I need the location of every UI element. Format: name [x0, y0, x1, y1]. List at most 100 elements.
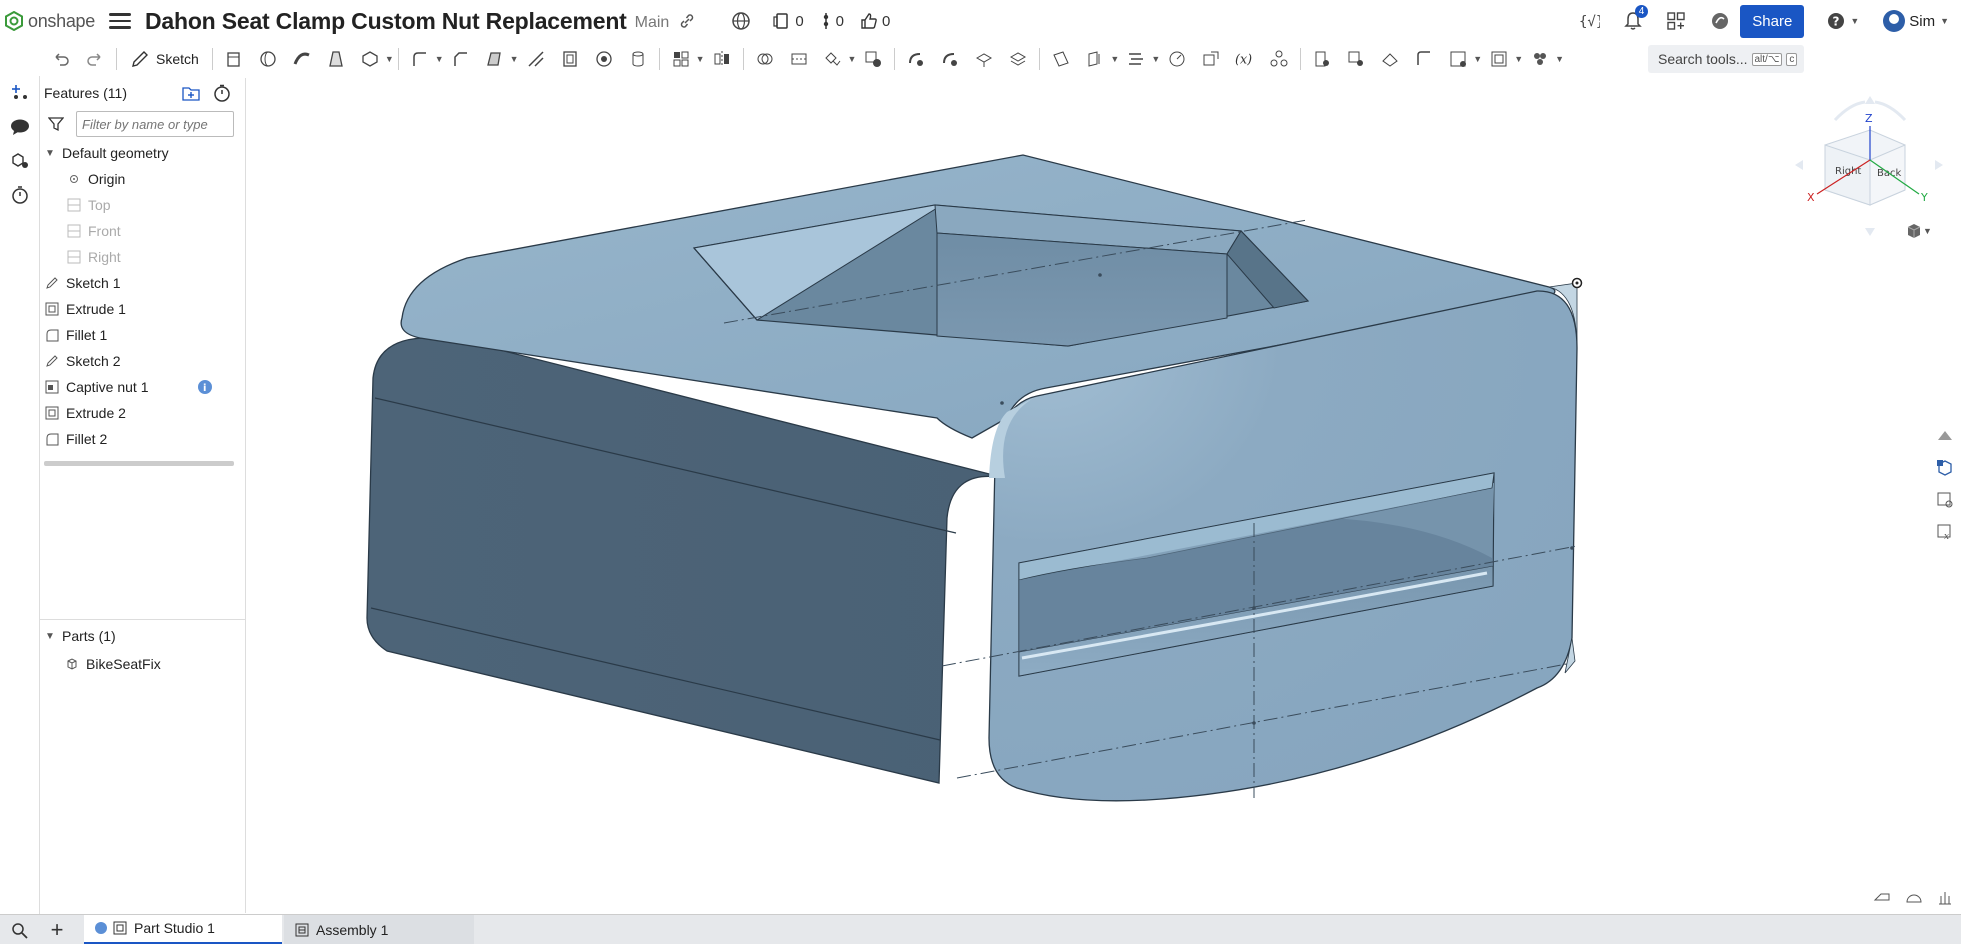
draft-tool-icon[interactable]	[481, 45, 509, 73]
thicken-dropdown[interactable]: ▼	[385, 54, 394, 64]
chevron-down-icon[interactable]: ▼	[44, 631, 56, 642]
frame-tool-icon[interactable]	[1485, 45, 1513, 73]
view-options-icon[interactable]: ▼	[1905, 222, 1932, 240]
fillet-tool-icon[interactable]	[406, 45, 434, 73]
sheet-metal-corner-icon[interactable]	[1444, 45, 1472, 73]
learning-center-icon[interactable]	[1710, 11, 1730, 31]
branches-counter[interactable]: 0	[820, 12, 844, 30]
filter-input[interactable]	[76, 111, 234, 137]
delete-part-tool-icon[interactable]	[859, 45, 887, 73]
feature-list-scrollbar[interactable]	[44, 461, 234, 466]
configurations-panel-icon[interactable]: x	[1928, 516, 1961, 548]
parts-appearance-icon[interactable]	[0, 144, 40, 178]
main-menu-button[interactable]	[108, 10, 131, 32]
derived-tool-icon[interactable]	[1197, 45, 1225, 73]
sheet-metal-tool-icon[interactable]	[1308, 45, 1336, 73]
user-menu[interactable]: Sim ▼	[1883, 10, 1949, 32]
link-icon[interactable]	[679, 13, 695, 29]
tree-item-sketch-1[interactable]: Sketch 1	[40, 270, 245, 296]
rib-tool-icon[interactable]	[522, 45, 550, 73]
mate-connector-dropdown[interactable]: ▼	[1110, 54, 1119, 64]
likes-counter[interactable]: 0	[860, 12, 890, 30]
frame-dropdown[interactable]: ▼	[1514, 54, 1523, 64]
extrude-tool-icon[interactable]	[220, 45, 248, 73]
plastic-tool-icon[interactable]	[1526, 45, 1554, 73]
tree-item-extrude-2[interactable]: Extrude 2	[40, 400, 245, 426]
tab-manager-icon[interactable]	[0, 921, 40, 939]
helix-dropdown[interactable]: ▼	[1151, 54, 1160, 64]
move-face-tool-icon[interactable]	[970, 45, 998, 73]
tree-item-right-plane[interactable]: Right	[40, 244, 245, 270]
replace-face-tool-icon[interactable]	[1004, 45, 1032, 73]
undo-button[interactable]	[47, 45, 75, 73]
tree-item-extrude-1[interactable]: Extrude 1	[40, 296, 245, 322]
shell-tool-icon[interactable]	[556, 45, 584, 73]
info-icon[interactable]: i	[197, 379, 213, 395]
history-stopwatch-icon[interactable]	[0, 178, 40, 212]
plane-tool-icon[interactable]	[1047, 45, 1075, 73]
transform-dropdown[interactable]: ▼	[848, 54, 857, 64]
revolve-tool-icon[interactable]	[254, 45, 282, 73]
tree-item-origin[interactable]: Origin	[40, 166, 245, 192]
add-folder-icon[interactable]	[181, 84, 201, 102]
sweep-tool-icon[interactable]	[288, 45, 316, 73]
thicken-tool-icon[interactable]	[356, 45, 384, 73]
delete-face-tool-icon[interactable]	[936, 45, 964, 73]
tree-item-fillet-2[interactable]: Fillet 2	[40, 426, 245, 452]
fillet-dropdown[interactable]: ▼	[435, 54, 444, 64]
branch-name[interactable]: Main	[635, 10, 670, 32]
hole-tool-icon[interactable]	[590, 45, 618, 73]
cylinder-tool-icon[interactable]	[624, 45, 652, 73]
document-title[interactable]: Dahon Seat Clamp Custom Nut Replacement	[145, 8, 627, 35]
appearance-panel-icon[interactable]	[1928, 420, 1961, 452]
tree-item-fillet-1[interactable]: Fillet 1	[40, 322, 245, 348]
tab-part-studio-1[interactable]: Part Studio 1	[84, 914, 282, 944]
add-tab-button[interactable]: +	[40, 917, 74, 943]
chamfer-tool-icon[interactable]	[447, 45, 475, 73]
loft-tool-icon[interactable]	[322, 45, 350, 73]
configurations-tool-icon[interactable]	[1265, 45, 1293, 73]
measure-tool-icon[interactable]	[1163, 45, 1191, 73]
tree-item-captive-nut-1[interactable]: Captive nut 1 i	[40, 374, 245, 400]
app-store-icon[interactable]	[1666, 11, 1686, 31]
search-tools-input[interactable]: Search tools... alt/⌥ c	[1648, 45, 1804, 73]
view-cube[interactable]: Right Back Z X Y ▼	[1795, 90, 1945, 240]
sheet-metal-tab-icon[interactable]	[1376, 45, 1404, 73]
modify-fillet-tool-icon[interactable]	[902, 45, 930, 73]
insert-tools-icon[interactable]	[0, 76, 40, 110]
parts-group[interactable]: ▼ Parts (1)	[40, 621, 246, 651]
transform-tool-icon[interactable]	[819, 45, 847, 73]
share-button[interactable]: Share	[1740, 4, 1805, 38]
boolean-tool-icon[interactable]	[751, 45, 779, 73]
section-view-icon[interactable]	[1873, 890, 1891, 911]
draft-dropdown[interactable]: ▼	[510, 54, 519, 64]
helix-tool-icon[interactable]	[1122, 45, 1150, 73]
measure-panel-icon[interactable]	[1937, 890, 1953, 911]
variable-tool-icon[interactable]: (x)	[1231, 45, 1259, 73]
tab-assembly-1[interactable]: Assembly 1	[284, 914, 474, 944]
render-mode-icon[interactable]	[1905, 890, 1923, 911]
notifications-icon[interactable]: 4	[1624, 5, 1649, 31]
tree-item-top-plane[interactable]: Top	[40, 192, 245, 218]
redo-button[interactable]	[81, 45, 109, 73]
sheet-metal-dropdown[interactable]: ▼	[1473, 54, 1482, 64]
comments-icon[interactable]	[0, 110, 40, 144]
mirror-tool-icon[interactable]	[708, 45, 736, 73]
sheet-metal-bend-icon[interactable]	[1410, 45, 1438, 73]
pattern-tool-icon[interactable]	[667, 45, 695, 73]
rollback-timer-icon[interactable]	[213, 84, 231, 102]
part-item-bikeseatfix[interactable]: BikeSeatFix	[40, 651, 246, 677]
variable-studio-icon[interactable]: {√}	[1578, 11, 1600, 31]
onshape-logo[interactable]: onshape	[4, 0, 95, 42]
sheet-metal-flange-icon[interactable]	[1342, 45, 1370, 73]
part-model[interactable]	[247, 78, 1961, 913]
tree-item-front-plane[interactable]: Front	[40, 218, 245, 244]
tree-item-sketch-2[interactable]: Sketch 2	[40, 348, 245, 374]
sketch-button[interactable]: Sketch	[124, 45, 205, 73]
split-tool-icon[interactable]	[785, 45, 813, 73]
versions-counter[interactable]: 0	[773, 12, 804, 30]
plastic-dropdown[interactable]: ▼	[1555, 54, 1564, 64]
help-menu-icon[interactable]: ? ▼	[1826, 11, 1859, 31]
default-geometry-group[interactable]: ▼ Default geometry	[40, 140, 245, 166]
graphics-viewport[interactable]	[247, 78, 1961, 913]
